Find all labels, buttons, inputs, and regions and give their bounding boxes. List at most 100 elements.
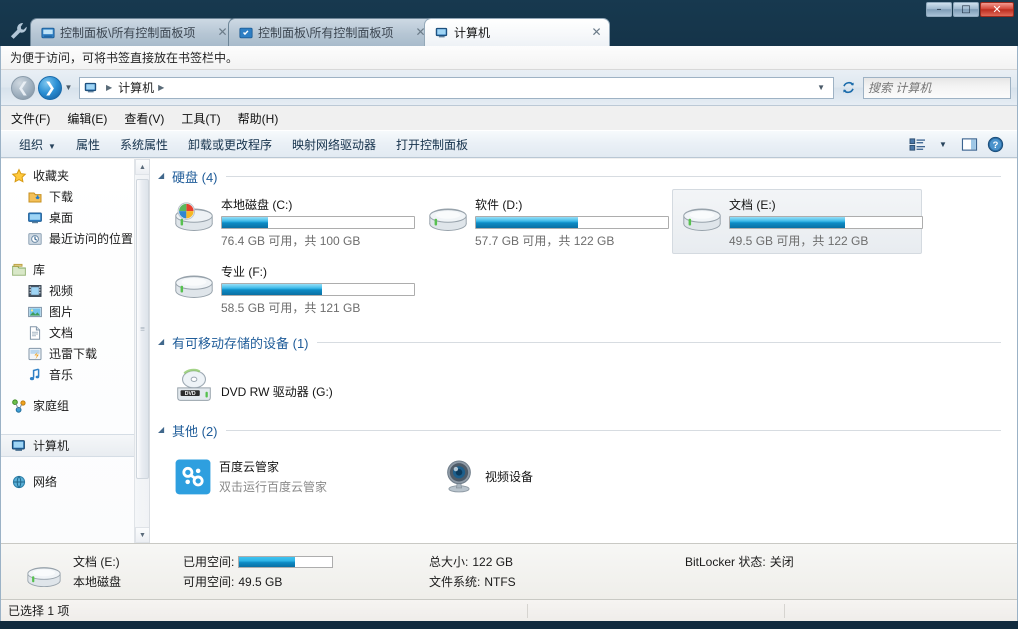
- app-name: 百度云管家: [219, 460, 280, 474]
- sidebar-item-thunder-download[interactable]: 迅雷下载: [1, 343, 149, 364]
- refresh-button[interactable]: [837, 77, 859, 99]
- drive-icon: [429, 208, 467, 231]
- menu-edit[interactable]: 编辑(E): [67, 108, 116, 129]
- sidebar-item-computer[interactable]: 计算机: [1, 434, 149, 457]
- drive-icon: [27, 566, 61, 587]
- command-bar: 组织 ▼ 属性 系统属性 卸载或更改程序 映射网络驱动器 打开控制面板 ▼ ?: [1, 130, 1017, 158]
- collapse-triangle-icon[interactable]: ◢: [158, 426, 169, 434]
- group-header-other[interactable]: ◢ 其他 (2): [150, 417, 1017, 443]
- sidebar-item-homegroup[interactable]: 家庭组: [1, 395, 149, 416]
- sidebar-item-favorites[interactable]: 收藏夹: [1, 165, 149, 186]
- scrollbar-thumb[interactable]: [136, 179, 149, 479]
- content-pane: ◢ 硬盘 (4) 本地磁盘 (C:) 76.4 GB 可用，共 100 GB 软…: [150, 159, 1017, 543]
- titlebar: – □ ✕: [0, 0, 1018, 18]
- drive-capacity-text: 49.5 GB 可用，共 122 GB: [729, 234, 869, 248]
- cmd-uninstall-change-program[interactable]: 卸载或更改程序: [178, 133, 282, 156]
- tile-body: 文档 (E:) 49.5 GB 可用，共 122 GB: [729, 194, 923, 249]
- breadcrumb-computer[interactable]: 计算机: [118, 79, 154, 96]
- breadcrumb-separator-icon[interactable]: ▶: [158, 83, 164, 92]
- tab-control-panel-2[interactable]: 控制面板\所有控制面板项 ✕: [228, 18, 434, 46]
- menu-help[interactable]: 帮助(H): [238, 108, 288, 129]
- details-used-space-label: 已用空间:: [183, 555, 235, 569]
- cmd-organize[interactable]: 组织 ▼: [9, 133, 66, 156]
- details-identity-col: 文档 (E:) 本地磁盘: [73, 552, 157, 592]
- drive-tile-f[interactable]: 专业 (F:) 58.5 GB 可用，共 121 GB: [164, 256, 415, 321]
- breadcrumb-separator-icon[interactable]: ▶: [106, 83, 112, 92]
- tile-body: 百度云管家 双击运行百度云管家: [219, 454, 327, 495]
- maximize-button[interactable]: □: [953, 2, 979, 17]
- cmd-system-properties[interactable]: 系统属性: [110, 133, 178, 156]
- menu-view[interactable]: 查看(V): [124, 108, 173, 129]
- dvd-drive-tile[interactable]: DVD DVD RW 驱动器 (G:): [164, 359, 340, 413]
- menu-bar: 文件(F) 编辑(E) 查看(V) 工具(T) 帮助(H): [1, 106, 1017, 130]
- tile-body: 专业 (F:) 58.5 GB 可用，共 121 GB: [221, 261, 415, 316]
- sidebar-item-recent-places[interactable]: 最近访问的位置: [1, 228, 149, 249]
- wrench-icon[interactable]: [8, 20, 30, 42]
- details-space-col: 已用空间: 可用空间: 49.5 GB: [183, 552, 403, 592]
- sidebar-item-label: 家庭组: [33, 399, 70, 413]
- group-header-hard-disks[interactable]: ◢ 硬盘 (4): [150, 163, 1017, 189]
- search-input[interactable]: [868, 80, 1018, 95]
- close-button[interactable]: ✕: [980, 2, 1014, 17]
- status-bar: 已选择 1 项: [1, 599, 1017, 621]
- details-drive-type: 本地磁盘: [73, 575, 122, 589]
- group-header-removable-storage[interactable]: ◢ 有可移动存储的设备 (1): [150, 329, 1017, 355]
- drive-tile-c[interactable]: 本地磁盘 (C:) 76.4 GB 可用，共 100 GB: [164, 189, 415, 254]
- details-total-size-value: 122 GB: [472, 554, 514, 569]
- back-button[interactable]: ❮: [11, 75, 35, 100]
- capacity-fill: [476, 217, 578, 228]
- forward-button[interactable]: ❯: [38, 75, 62, 100]
- chevron-down-icon: ▼: [48, 141, 56, 151]
- cmd-properties[interactable]: 属性: [66, 133, 110, 156]
- group-divider: [225, 175, 1001, 177]
- drive-tile-e[interactable]: 文档 (E:) 49.5 GB 可用，共 122 GB: [672, 189, 923, 254]
- sidebar-item-label: 图片: [49, 305, 74, 319]
- sidebar-item-pictures[interactable]: 图片: [1, 301, 149, 322]
- sidebar-item-label: 下载: [49, 190, 74, 204]
- search-box[interactable]: [863, 76, 1018, 99]
- sidebar-item-documents[interactable]: 文档: [1, 322, 149, 343]
- sidebar-item-music[interactable]: 音乐: [1, 364, 149, 385]
- help-button[interactable]: ?: [983, 133, 1007, 155]
- history-dropdown-icon[interactable]: ▼: [63, 83, 74, 92]
- details-drive-label: 文档 (E:): [73, 555, 120, 569]
- minimize-icon: –: [936, 3, 942, 15]
- preview-pane-button[interactable]: [957, 133, 981, 155]
- menu-tools[interactable]: 工具(T): [181, 108, 229, 129]
- sidebar-item-network[interactable]: 网络: [1, 471, 149, 492]
- view-mode-button[interactable]: [905, 133, 929, 155]
- library-icon: [12, 263, 26, 276]
- homegroup-icon: [12, 398, 26, 413]
- drive-tile-d[interactable]: 软件 (D:) 57.7 GB 可用，共 122 GB: [418, 189, 669, 254]
- sidebar-item-desktop[interactable]: 桌面: [1, 207, 149, 228]
- group-title: 硬盘 (4): [172, 169, 218, 185]
- bookmark-hint-bar: 为便于访问，可将书签直接放在书签栏中。: [1, 46, 1017, 70]
- tab-control-panel-1[interactable]: 控制面板\所有控制面板项 ✕: [30, 18, 236, 46]
- address-bar[interactable]: ▶ 计算机 ▶ ▼: [79, 76, 834, 99]
- address-dropdown-icon[interactable]: ▼: [813, 83, 829, 92]
- details-bitlocker-label: BitLocker 状态:: [685, 555, 766, 569]
- view-mode-dropdown-button[interactable]: ▼: [931, 133, 955, 155]
- tab-strip: 控制面板\所有控制面板项 ✕ 控制面板\所有控制面板项 ✕ 计算机 ✕: [0, 18, 1018, 46]
- scroll-up-icon[interactable]: ▲: [135, 159, 149, 175]
- collapse-triangle-icon[interactable]: ◢: [158, 172, 169, 180]
- capacity-bar: [729, 216, 923, 229]
- menu-file[interactable]: 文件(F): [11, 108, 59, 129]
- details-used-space-bar: [238, 555, 334, 568]
- sidebar-item-libraries[interactable]: 库: [1, 259, 149, 280]
- cmd-map-network-drive[interactable]: 映射网络驱动器: [282, 133, 386, 156]
- cmd-open-control-panel[interactable]: 打开控制面板: [386, 133, 478, 156]
- minimize-button[interactable]: –: [926, 2, 952, 17]
- tab-close-icon[interactable]: ✕: [590, 26, 603, 39]
- sidebar-item-downloads[interactable]: 下载: [1, 186, 149, 207]
- tile-body: 本地磁盘 (C:) 76.4 GB 可用，共 100 GB: [221, 194, 415, 249]
- collapse-triangle-icon[interactable]: ◢: [158, 338, 169, 346]
- scroll-down-icon[interactable]: ▼: [135, 527, 149, 543]
- webcam-tile[interactable]: 视频设备: [430, 449, 680, 503]
- tab-computer[interactable]: 计算机 ✕: [424, 18, 610, 46]
- sidebar-item-videos[interactable]: 视频: [1, 280, 149, 301]
- baidu-cloud-tile[interactable]: 百度云管家 双击运行百度云管家: [164, 449, 414, 503]
- details-bitlocker-value: 关闭: [769, 555, 794, 569]
- sidebar-scrollbar[interactable]: ▲ ▼: [134, 159, 149, 543]
